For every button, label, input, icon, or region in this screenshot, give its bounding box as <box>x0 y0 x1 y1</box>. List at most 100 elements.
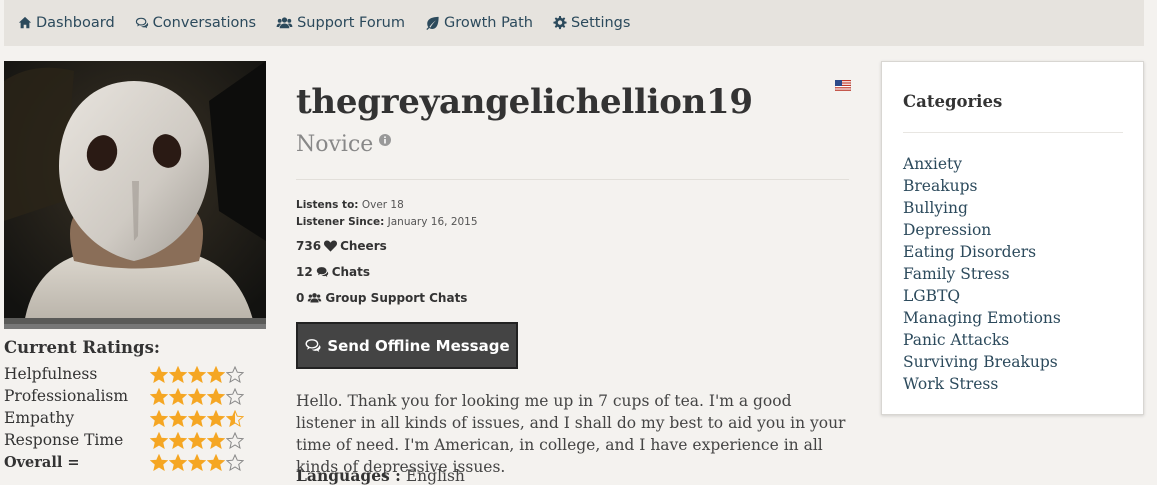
profile-username: thegreyangelichellion19 <box>296 82 753 122</box>
chat-icon <box>135 17 148 29</box>
group-chats-label: Group Support Chats <box>325 291 468 305</box>
chats-label: Chats <box>331 265 371 279</box>
star-full-icon <box>150 453 168 471</box>
categories-divider <box>903 132 1123 133</box>
category-link[interactable]: Surviving Breakups <box>903 351 1061 373</box>
star-full-icon <box>207 431 225 449</box>
category-link[interactable]: LGBTQ <box>903 285 1061 307</box>
rating-label: Helpfulness <box>4 365 98 383</box>
rating-stars <box>150 365 245 383</box>
chats-stat: 12 Chats <box>296 265 370 279</box>
categories-panel: Categories Anxiety Breakups Bullying Depres… <box>881 61 1144 415</box>
rating-row: Professionalism <box>4 385 266 407</box>
star-full-icon <box>169 431 187 449</box>
profile-divider <box>296 179 849 180</box>
star-full-icon <box>207 365 225 383</box>
profile-languages: Languages : English <box>296 466 465 485</box>
send-offline-message-label: Send Offline Message <box>327 336 510 355</box>
category-link[interactable]: Work Stress <box>903 373 1061 395</box>
category-link[interactable]: Anxiety <box>903 153 1061 175</box>
star-empty-icon <box>226 431 244 449</box>
rating-stars <box>150 409 245 427</box>
category-link[interactable]: Eating Disorders <box>903 241 1061 263</box>
leaf-icon <box>426 16 439 30</box>
rating-stars <box>150 387 245 405</box>
rating-label: Professionalism <box>4 387 129 405</box>
nav-support-forum-label: Support Forum <box>297 15 405 31</box>
cheers-count: 736 <box>296 239 322 253</box>
rating-stars <box>150 453 245 471</box>
rating-row: Helpfulness <box>4 363 266 385</box>
listener-since-value: January 16, 2015 <box>387 216 478 228</box>
nav-settings-label: Settings <box>570 15 631 31</box>
nav-settings[interactable]: Settings <box>553 15 630 31</box>
cheers-stat: 736 Cheers <box>296 239 387 253</box>
home-icon <box>18 16 32 29</box>
star-full-icon <box>169 387 187 405</box>
star-full-icon <box>207 453 225 471</box>
profile-rank: Novice <box>296 132 392 157</box>
profile-avatar <box>4 61 266 329</box>
heart-icon <box>324 240 338 252</box>
chats-count: 12 <box>296 265 313 279</box>
rating-label: Response Time <box>4 431 124 449</box>
rating-label: Overall = <box>4 453 80 471</box>
star-empty-icon <box>226 453 244 471</box>
star-full-icon <box>188 409 206 427</box>
nav-support-forum[interactable]: Support Forum <box>276 15 405 31</box>
star-full-icon <box>188 365 206 383</box>
rating-label: Empathy <box>4 409 75 427</box>
rating-stars <box>150 431 245 449</box>
chat-icon <box>305 339 321 352</box>
star-empty-icon <box>226 387 244 405</box>
nav-growth-path-label: Growth Path <box>444 15 533 31</box>
nav-conversations[interactable]: Conversations <box>135 15 256 31</box>
rating-row: Response Time <box>4 429 266 451</box>
us-flag-icon <box>835 80 851 91</box>
star-full-icon <box>169 409 187 427</box>
gear-icon <box>553 16 567 30</box>
top-nav: Dashboard Conversations Support Forum Gr… <box>4 0 1144 46</box>
profile-bio: Hello. Thank you for looking me up in 7 … <box>296 392 846 476</box>
nav-growth-path[interactable]: Growth Path <box>425 15 533 31</box>
category-link[interactable]: Bullying <box>903 197 1061 219</box>
star-full-icon <box>150 365 168 383</box>
group-chats-count: 0 <box>296 291 305 305</box>
users-icon <box>308 293 322 303</box>
current-ratings: Current Ratings: Helpfulness Professional… <box>4 338 266 473</box>
info-icon[interactable] <box>379 133 392 146</box>
categories-list: Anxiety Breakups Bullying Depression Eating … <box>903 153 1061 395</box>
category-link[interactable]: Panic Attacks <box>903 329 1061 351</box>
chat-icon <box>316 267 328 277</box>
listens-to-label: Listens to: <box>296 199 359 211</box>
category-link[interactable]: Family Stress <box>903 263 1061 285</box>
star-full-icon <box>169 453 187 471</box>
rating-row: Overall = <box>4 451 266 473</box>
listens-to-value: Over 18 <box>361 199 404 211</box>
listens-to: Listens to: Over 18 <box>296 199 404 211</box>
star-half-icon <box>226 409 244 427</box>
category-link[interactable]: Breakups <box>903 175 1061 197</box>
star-full-icon <box>188 453 206 471</box>
rating-row: Empathy <box>4 407 266 429</box>
cheers-label: Cheers <box>340 239 387 253</box>
category-link[interactable]: Managing Emotions <box>903 307 1061 329</box>
ratings-title: Current Ratings: <box>4 338 160 357</box>
star-full-icon <box>169 365 187 383</box>
listener-since-label: Listener Since: <box>296 216 385 228</box>
nav-dashboard-label: Dashboard <box>36 15 115 31</box>
star-empty-icon <box>226 365 244 383</box>
nav-dashboard[interactable]: Dashboard <box>18 15 115 31</box>
send-offline-message-button[interactable]: Send Offline Message <box>296 322 518 369</box>
category-link[interactable]: Depression <box>903 219 1061 241</box>
star-full-icon <box>150 431 168 449</box>
nav-conversations-label: Conversations <box>152 15 257 31</box>
categories-title: Categories <box>903 92 1003 111</box>
star-full-icon <box>188 387 206 405</box>
languages-value: English <box>405 467 465 485</box>
star-full-icon <box>188 431 206 449</box>
star-full-icon <box>150 409 168 427</box>
rank-label: Novice <box>296 132 374 157</box>
users-icon <box>276 17 293 29</box>
languages-label: Languages : <box>296 466 401 485</box>
